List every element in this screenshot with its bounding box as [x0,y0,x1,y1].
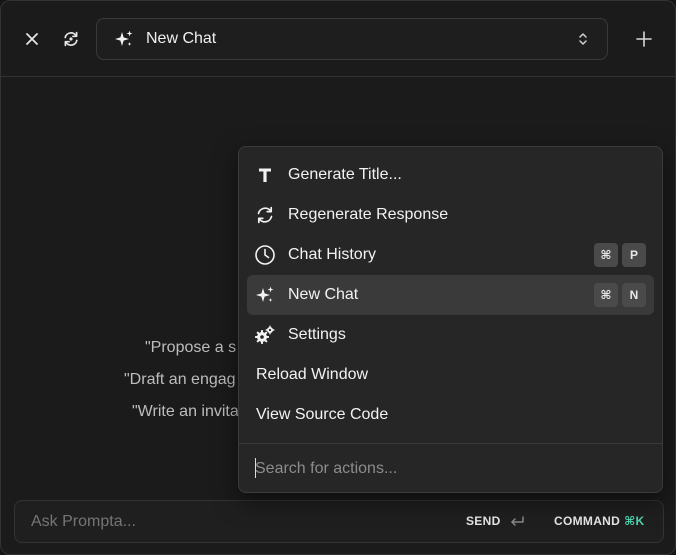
suggestion-3[interactable]: "Write an invita [132,403,239,421]
menu-item-label: Settings [288,326,346,343]
send-button[interactable]: SEND [466,501,525,542]
new-chat-plus-button[interactable] [630,25,658,53]
ask-input[interactable] [31,501,411,542]
history-clock-icon [253,243,277,267]
send-label: SEND [466,514,501,528]
shortcut-key: P [622,243,646,267]
text-caret [255,458,256,478]
suggestion-1[interactable]: "Propose a s [145,339,236,357]
command-shortcut: ⌘K [624,514,645,528]
shortcut-key: N [622,283,646,307]
menu-item-reload-window[interactable]: Reload Window [247,355,654,395]
action-search-input[interactable] [255,456,645,482]
sparkle-icon [253,283,277,307]
shortcut-key: ⌘ [594,283,618,307]
menu-item-label: Regenerate Response [288,206,449,223]
menu-item-label: Generate Title... [288,166,402,183]
shortcut-keys: ⌘ P [594,243,646,267]
menu-item-label: New Chat [288,286,359,303]
shortcut-key: ⌘ [594,243,618,267]
menu-item-generate-title[interactable]: Generate Title... [247,155,654,195]
menu-item-settings[interactable]: Settings [247,315,654,355]
sparkle-icon [114,29,134,49]
menu-item-regenerate-response[interactable]: Regenerate Response [247,195,654,235]
plus-icon [636,31,652,47]
menu-item-chat-history[interactable]: Chat History ⌘ P [247,235,654,275]
menu-item-new-chat[interactable]: New Chat ⌘ N [247,275,654,315]
app-window: New Chat "Propose a s "Draft an engag "W… [0,0,676,555]
gears-icon [253,323,277,347]
refresh-button[interactable] [57,25,85,53]
composer-bar: SEND COMMAND⌘K [14,500,664,543]
menu-item-label: Chat History [288,246,377,263]
menu-divider [239,443,662,444]
menu-item-label: Reload Window [256,366,369,383]
menu-item-view-source-code[interactable]: View Source Code [247,395,654,435]
close-icon [26,33,38,45]
enter-icon [510,515,524,526]
chat-selector[interactable]: New Chat [96,18,608,60]
suggestion-2[interactable]: "Draft an engag [124,371,236,389]
command-label: COMMAND [554,514,621,528]
menu-item-label: View Source Code [256,406,389,423]
shortcut-keys: ⌘ N [594,283,646,307]
actions-menu: Generate Title... Regenerate Response Ch… [238,146,663,493]
title-t-icon [253,163,277,187]
close-button[interactable] [18,25,46,53]
regenerate-icon [253,203,277,227]
top-bar: New Chat [1,1,675,77]
chat-title: New Chat [146,30,217,47]
command-button[interactable]: COMMAND ⌘K [554,501,645,542]
refresh-icon [64,31,78,47]
updown-chevron-icon [577,31,589,52]
